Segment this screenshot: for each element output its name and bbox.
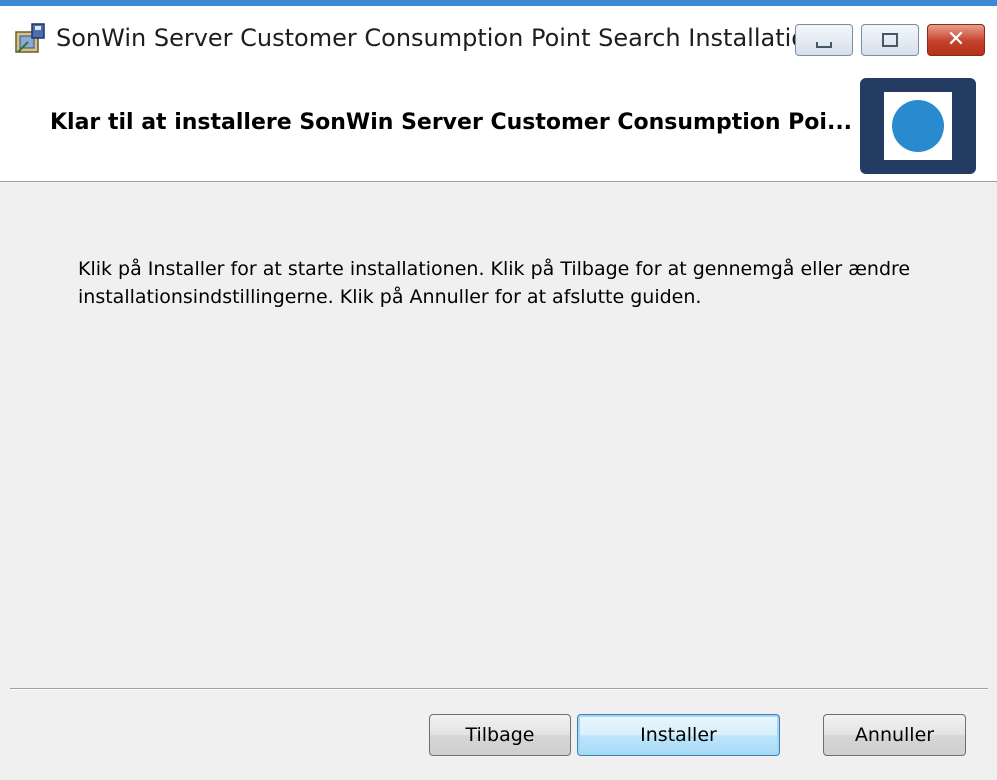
cancel-button[interactable]: Annuller: [823, 714, 966, 756]
close-icon: ✕: [946, 27, 966, 52]
installer-window: SonWin Server Customer Consumption Point…: [0, 0, 997, 780]
instructions-text: Klik på Installer for at starte installa…: [78, 258, 911, 308]
minimize-button[interactable]: [795, 24, 853, 56]
installer-package-icon: [15, 23, 45, 53]
window-title: SonWin Server Customer Consumption Point…: [56, 24, 822, 52]
title-bar[interactable]: SonWin Server Customer Consumption Point…: [0, 14, 997, 74]
maximize-button[interactable]: [861, 24, 919, 56]
window-frame-top: [0, 0, 997, 14]
product-logo: [860, 78, 976, 174]
close-button[interactable]: ✕: [927, 24, 985, 56]
logo-circle-icon: [892, 100, 944, 152]
minimize-icon: [816, 42, 832, 48]
install-button[interactable]: Installer: [577, 714, 780, 756]
page-title: Klar til at installere SonWin Server Cus…: [50, 110, 853, 135]
back-button[interactable]: Tilbage: [429, 714, 571, 756]
maximize-icon: [882, 33, 898, 47]
caption-buttons: ✕: [795, 24, 985, 58]
logo-inner-square: [884, 92, 952, 160]
header-banner: Klar til at installere SonWin Server Cus…: [0, 74, 997, 182]
footer-divider: [10, 688, 988, 690]
